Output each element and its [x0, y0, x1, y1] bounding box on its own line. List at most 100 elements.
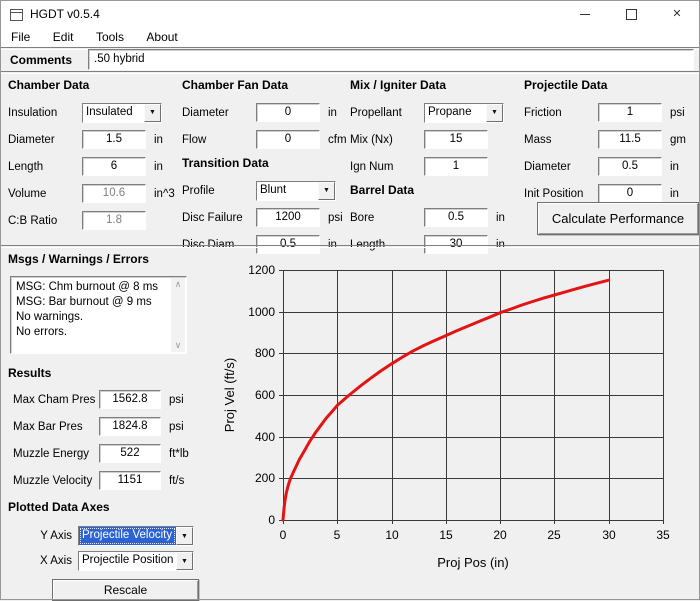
x-axis-label: X Axis: [8, 555, 78, 567]
app-icon: [10, 8, 23, 26]
y-axis-label: Y Axis: [8, 530, 78, 542]
bore-label: Bore: [350, 212, 424, 224]
proj-diameter-field[interactable]: 0.5: [598, 157, 662, 176]
max-bar-pres-field: 1824.8: [99, 417, 161, 436]
messages-scrollbar[interactable]: ∧ ∨: [171, 278, 185, 352]
insulation-label: Insulation: [8, 107, 82, 119]
chevron-down-icon[interactable]: ▼: [176, 527, 193, 545]
velocity-chart: 05101520253035020040060080010001200Proj …: [220, 253, 700, 589]
message-line: MSG: Bar burnout @ 9 ms: [16, 295, 166, 310]
chamber-data-title: Chamber Data: [8, 78, 178, 98]
unit-label: in: [670, 188, 679, 200]
unit-label: ft/s: [169, 475, 184, 487]
close-icon: ✕: [672, 9, 681, 20]
mix-igniter-panel: Mix / Igniter Data Propellant Propane ▼ …: [350, 78, 520, 261]
mix-igniter-title: Mix / Igniter Data: [350, 78, 520, 98]
message-line: No warnings.: [16, 310, 166, 325]
calculate-performance-button[interactable]: Calculate Performance: [537, 202, 699, 235]
unit-label: in: [328, 107, 337, 119]
chamber-data-panel: Chamber Data Insulation Insulated ▼ Diam…: [8, 78, 178, 237]
disc-failure-label: Disc Failure: [182, 212, 256, 224]
projectile-data-panel: Projectile Data Friction 1 psi Mass 11.5…: [524, 78, 696, 246]
muzzle-velocity-field: 1151: [99, 471, 161, 490]
chevron-down-icon[interactable]: ▼: [176, 552, 193, 570]
chamber-fan-title: Chamber Fan Data: [182, 78, 348, 98]
chevron-down-icon[interactable]: ▼: [144, 104, 161, 122]
titlebar: HGDT v0.5.4 ✕: [0, 0, 700, 28]
maximize-button[interactable]: [608, 0, 654, 28]
svg-text:20: 20: [493, 528, 507, 542]
chevron-down-icon[interactable]: ▼: [318, 182, 335, 200]
results-title: Results: [8, 366, 220, 386]
svg-text:200: 200: [255, 471, 275, 485]
minimize-button[interactable]: [562, 0, 608, 28]
max-cham-pres-field: 1562.8: [99, 390, 161, 409]
messages-title: Msgs / Warnings / Errors: [8, 252, 220, 272]
rescale-button[interactable]: Rescale: [52, 579, 199, 601]
close-button[interactable]: ✕: [654, 0, 700, 28]
chamber-volume-field: 10.6: [82, 184, 146, 203]
svg-text:5: 5: [334, 528, 341, 542]
svg-text:400: 400: [255, 430, 275, 444]
unit-label: in: [154, 161, 163, 173]
messages-listbox[interactable]: MSG: Chm burnout @ 8 ms MSG: Bar burnout…: [10, 276, 187, 354]
svg-text:600: 600: [255, 388, 275, 402]
scroll-down-icon[interactable]: ∨: [175, 341, 182, 350]
x-axis-dropdown[interactable]: Projectile Position ▼: [78, 551, 194, 571]
unit-label: psi: [328, 212, 343, 224]
ign-num-field[interactable]: 1: [424, 157, 488, 176]
friction-field[interactable]: 1: [598, 103, 662, 122]
unit-label: in: [670, 161, 679, 173]
init-position-field[interactable]: 0: [598, 184, 662, 203]
ign-num-label: Ign Num: [350, 161, 424, 173]
disc-failure-field[interactable]: 1200: [256, 208, 320, 227]
profile-label: Profile: [182, 185, 256, 197]
scroll-up-icon[interactable]: ∧: [175, 280, 182, 289]
unit-label: psi: [169, 421, 184, 433]
maximize-icon: [626, 9, 637, 20]
message-line: No errors.: [16, 325, 166, 340]
unit-label: cfm: [328, 134, 347, 146]
propellant-label: Propellant: [350, 107, 424, 119]
y-axis-dropdown[interactable]: Projectile Velocity ▼: [78, 526, 194, 546]
svg-text:30: 30: [602, 528, 616, 542]
menu-tools[interactable]: Tools: [87, 28, 133, 47]
unit-label: ft*lb: [169, 448, 189, 460]
menu-about[interactable]: About: [137, 28, 186, 47]
fan-diameter-field[interactable]: 0: [256, 103, 320, 122]
chamber-diameter-label: Diameter: [8, 134, 82, 146]
svg-text:Proj Pos (in): Proj Pos (in): [437, 555, 509, 570]
chamber-diameter-field[interactable]: 1.5: [82, 130, 146, 149]
fan-flow-field[interactable]: 0: [256, 130, 320, 149]
insulation-dropdown[interactable]: Insulated ▼: [82, 103, 162, 123]
svg-text:Proj Vel (ft/s): Proj Vel (ft/s): [222, 358, 237, 432]
left-pane: Msgs / Warnings / Errors MSG: Chm burnou…: [8, 252, 220, 601]
muzzle-energy-label: Muzzle Energy: [13, 448, 99, 460]
fan-flow-label: Flow: [182, 134, 256, 146]
profile-dropdown[interactable]: Blunt ▼: [256, 181, 336, 201]
bore-field[interactable]: 0.5: [424, 208, 488, 227]
unit-label: psi: [670, 107, 685, 119]
mix-nx-field[interactable]: 15: [424, 130, 488, 149]
mass-label: Mass: [524, 134, 598, 146]
propellant-dropdown[interactable]: Propane ▼: [424, 103, 504, 123]
comments-input[interactable]: .50 hybrid: [88, 49, 694, 70]
menu-edit[interactable]: Edit: [44, 28, 83, 47]
window-title: HGDT v0.5.4: [30, 0, 100, 28]
unit-label: in: [496, 212, 505, 224]
transition-data-title: Transition Data: [182, 156, 348, 176]
friction-label: Friction: [524, 107, 598, 119]
svg-text:800: 800: [255, 346, 275, 360]
chevron-down-icon[interactable]: ▼: [486, 104, 503, 122]
chart-svg: 05101520253035020040060080010001200Proj …: [220, 253, 700, 589]
menubar: File Edit Tools About: [2, 28, 187, 47]
cb-ratio-field: 1.8: [82, 211, 146, 230]
init-position-label: Init Position: [524, 188, 598, 200]
mass-field[interactable]: 11.5: [598, 130, 662, 149]
divider: [0, 71, 700, 74]
plotted-axes-title: Plotted Data Axes: [8, 500, 220, 520]
muzzle-velocity-label: Muzzle Velocity: [13, 475, 99, 487]
chamber-length-field[interactable]: 6: [82, 157, 146, 176]
unit-label: in^3: [154, 188, 175, 200]
menu-file[interactable]: File: [2, 28, 39, 47]
